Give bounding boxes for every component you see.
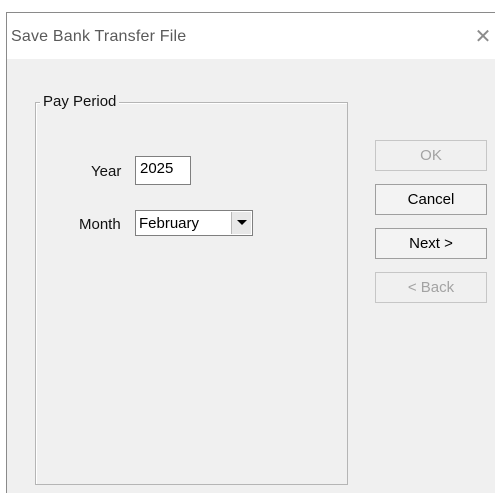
ok-button[interactable]: OK — [375, 140, 487, 171]
close-icon[interactable]: ✕ — [471, 25, 495, 49]
month-dropdown-button[interactable] — [231, 212, 251, 234]
title-bar: Save Bank Transfer File ✕ — [7, 13, 495, 59]
year-label: Year — [91, 163, 122, 180]
year-input[interactable]: 2025 — [135, 156, 191, 185]
month-select[interactable]: February — [135, 210, 253, 236]
pay-period-group-label: Pay Period — [40, 93, 120, 110]
month-select-value: February — [139, 215, 200, 232]
chevron-down-icon — [237, 220, 247, 225]
save-bank-transfer-dialog: Save Bank Transfer File ✕ Pay Period Yea… — [6, 12, 495, 493]
next-button[interactable]: Next > — [375, 228, 487, 259]
back-button[interactable]: < Back — [375, 272, 487, 303]
month-label: Month — [79, 216, 121, 233]
window-title: Save Bank Transfer File — [11, 28, 187, 45]
pay-period-group — [35, 102, 348, 485]
cancel-button[interactable]: Cancel — [375, 184, 487, 215]
